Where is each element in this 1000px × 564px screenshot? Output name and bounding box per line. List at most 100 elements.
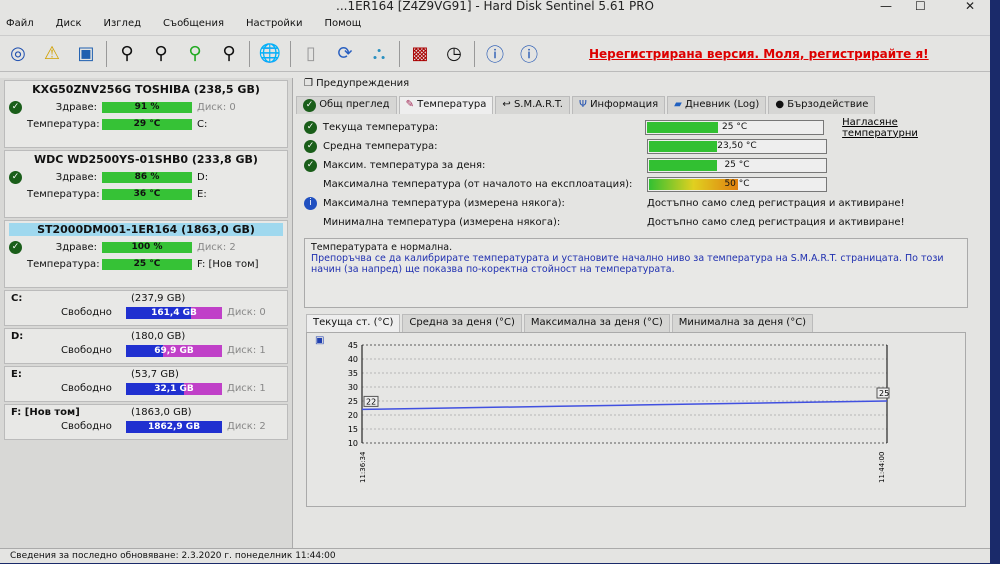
temp-label: Температура: [27, 119, 100, 130]
disk-name: KXG50ZNV256G TOSHIBA (238,5 GB) [32, 83, 260, 96]
message-body: Препоръчва се да калибрирате температура… [311, 253, 944, 275]
tab-information[interactable]: Ψ Информация [572, 96, 666, 114]
temperature-label: Минимална температура (измерена някога): [323, 217, 561, 228]
tab-label: Общ преглед [319, 99, 390, 110]
disk-test-icon[interactable]: ⚲ [113, 40, 141, 68]
temp-bar: 25 °C [102, 259, 192, 270]
volume-size: (53,7 GB) [131, 369, 179, 380]
report-icon[interactable]: ▣ [72, 40, 100, 68]
menu-help[interactable]: Помощ [324, 18, 361, 31]
chart-tab-current[interactable]: Текуща ст. (°C) [306, 314, 401, 332]
thermometer-icon: ✎ [405, 99, 414, 110]
help-icon[interactable]: ⓘ [481, 40, 509, 68]
tab-label: Информация [590, 99, 659, 110]
register-link[interactable]: Нерегистрирана версия. Моля, регистрирай… [589, 47, 929, 61]
chart-tab-max[interactable]: Максимална за деня (°C) [523, 314, 670, 332]
temperature-chart: 10 15 20 25 30 35 40 45 22 25 11:36:34 11:44:00 [348, 341, 890, 483]
ok-icon: ✓ [9, 241, 22, 254]
menu-view[interactable]: Изглед [104, 18, 142, 31]
volume-item[interactable]: D: (180,0 GB) Свободно 69,9 GB Диск: 1 [4, 328, 288, 364]
ok-icon: ✓ [304, 121, 317, 134]
volume-item[interactable]: F: [Нов том] (1863,0 GB) Свободно 1862,9 … [4, 404, 288, 440]
chart-panel: ▣ 10 15 20 25 30 35 40 45 22 25 11:36:34 11:44:00 [306, 332, 966, 507]
disk-item[interactable]: WDC WD2500YS-01SHB0 (233,8 GB) ✓ Здраве: 8… [4, 150, 288, 218]
tab-log[interactable]: ▰ Дневник (Log) [667, 96, 767, 114]
volume-name: D: [11, 331, 24, 342]
main-tabs: ✓ Общ преглед ✎ Температура ↩ S.M.A.R.T.… [296, 96, 976, 114]
close-button[interactable]: ✕ [965, 0, 975, 12]
temperature-adjust-link[interactable]: Нагласяне температурни [842, 117, 976, 139]
temperature-label: Максимална температура (от началото на е… [323, 179, 633, 190]
disk-item[interactable]: KXG50ZNV256G TOSHIBA (238,5 GB) ✓ Здраве:… [4, 80, 288, 148]
chart-tabs: Текуща ст. (°C) Средна за деня (°C) Макс… [296, 314, 976, 332]
y-tick-label: 20 [348, 411, 358, 420]
disk-surface-icon[interactable]: ⚲ [147, 40, 175, 68]
info-icon[interactable]: ⓘ [515, 40, 543, 68]
tab-smart[interactable]: ↩ S.M.A.R.T. [495, 96, 570, 114]
temperature-value: 25 °C [724, 160, 750, 170]
disk-item-selected[interactable]: ST2000DM001-1ER164 (1863,0 GB) ✓ Здраве: 1… [4, 220, 288, 288]
locked-value: Достъпно само след регистрация и активир… [647, 217, 905, 228]
disk-ok-icon[interactable]: ⚲ [181, 40, 209, 68]
health-label: Здраве: [55, 102, 97, 113]
globe-icon[interactable]: 🌐 [256, 40, 284, 68]
temperature-value: 23,50 °C [717, 141, 757, 151]
disk-number: Диск: 0 [227, 307, 266, 318]
temperature-bar: 23,50 °C [647, 139, 827, 154]
minimize-button[interactable]: — [880, 0, 892, 12]
chart-tab-average[interactable]: Средна за деня (°C) [402, 314, 522, 332]
app-window: ...1ER164 [Z4Z9VG91] - Hard Disk Sentine… [0, 0, 990, 563]
menu-disk[interactable]: Диск [56, 18, 82, 31]
volume-size: (180,0 GB) [131, 331, 186, 342]
temperature-row: Максимална температура (от началото на е… [296, 175, 976, 194]
ok-icon: ✓ [9, 171, 22, 184]
volume-item[interactable]: E: (53,7 GB) Свободно 32,1 GB Диск: 1 [4, 366, 288, 402]
temperature-bar: 25 °C [647, 158, 827, 173]
menu-settings[interactable]: Настройки [246, 18, 302, 31]
volume-item[interactable]: C: (237,9 GB) Свободно 161,4 GB Диск: 0 [4, 290, 288, 326]
tab-label: Предупреждения [316, 78, 410, 89]
document-icon[interactable]: ▯ [297, 40, 325, 68]
free-space-bar: 32,1 GB [126, 382, 222, 395]
disk-number: Диск: 1 [227, 345, 266, 356]
tab-label: Бързодействие [787, 99, 869, 110]
y-tick-label: 45 [348, 341, 358, 350]
free-label: Свободно [61, 345, 112, 356]
temperature-row: ✓ Максим. температура за деня: 25 °C [296, 156, 976, 175]
free-space-bar: 1862,9 GB [126, 420, 222, 433]
y-tick-label: 40 [348, 355, 358, 364]
free-label: Свободно [61, 383, 112, 394]
tab-temperature[interactable]: ✎ Температура [398, 96, 494, 114]
chart-icon[interactable]: ▩ [406, 40, 434, 68]
free-label: Свободно [61, 307, 112, 318]
free-space-bar: 161,4 GB [126, 306, 222, 319]
save-chart-icon[interactable]: ▣ [315, 335, 324, 346]
sync-icon[interactable]: ⟳ [331, 40, 359, 68]
volume-letter: E: [197, 189, 207, 200]
timer-icon[interactable]: ◷ [440, 40, 468, 68]
health-label: Здраве: [55, 172, 97, 183]
free-value: 32,1 GB [154, 383, 194, 394]
free-value: 161,4 GB [151, 307, 197, 318]
chart-tab-min[interactable]: Минимална за деня (°C) [671, 314, 814, 332]
network-icon[interactable]: ⛬ [365, 40, 393, 68]
x-tick-label: 11:36:34 [359, 451, 367, 483]
disk-name: ST2000DM001-1ER164 (1863,0 GB) [9, 223, 283, 236]
disk-search-icon[interactable]: ⚲ [215, 40, 243, 68]
volume-size: (1863,0 GB) [131, 407, 192, 418]
alert-icon[interactable]: ⚠ [38, 40, 66, 68]
refresh-icon[interactable]: ◎ [4, 40, 32, 68]
ok-icon: ✓ [304, 159, 317, 172]
tab-overview[interactable]: ✓ Общ преглед [296, 96, 397, 114]
locked-row: Минимална температура (измерена някога):… [296, 213, 976, 232]
performance-icon: ● [775, 99, 785, 110]
tab-performance[interactable]: ● Бързодействие [768, 96, 876, 114]
maximize-button[interactable]: ☐ [915, 0, 926, 12]
tab-label: Дневник (Log) [684, 99, 760, 110]
tab-warnings[interactable]: ❐ Предупреждения [296, 78, 976, 92]
menu-file[interactable]: Файл [6, 18, 34, 31]
menu-messages[interactable]: Съобщения [163, 18, 224, 31]
health-bar: 86 % [102, 172, 192, 183]
main-panel: ❐ Предупреждения ✓ Общ преглед ✎ Темпера… [296, 78, 976, 548]
separator [249, 40, 250, 67]
